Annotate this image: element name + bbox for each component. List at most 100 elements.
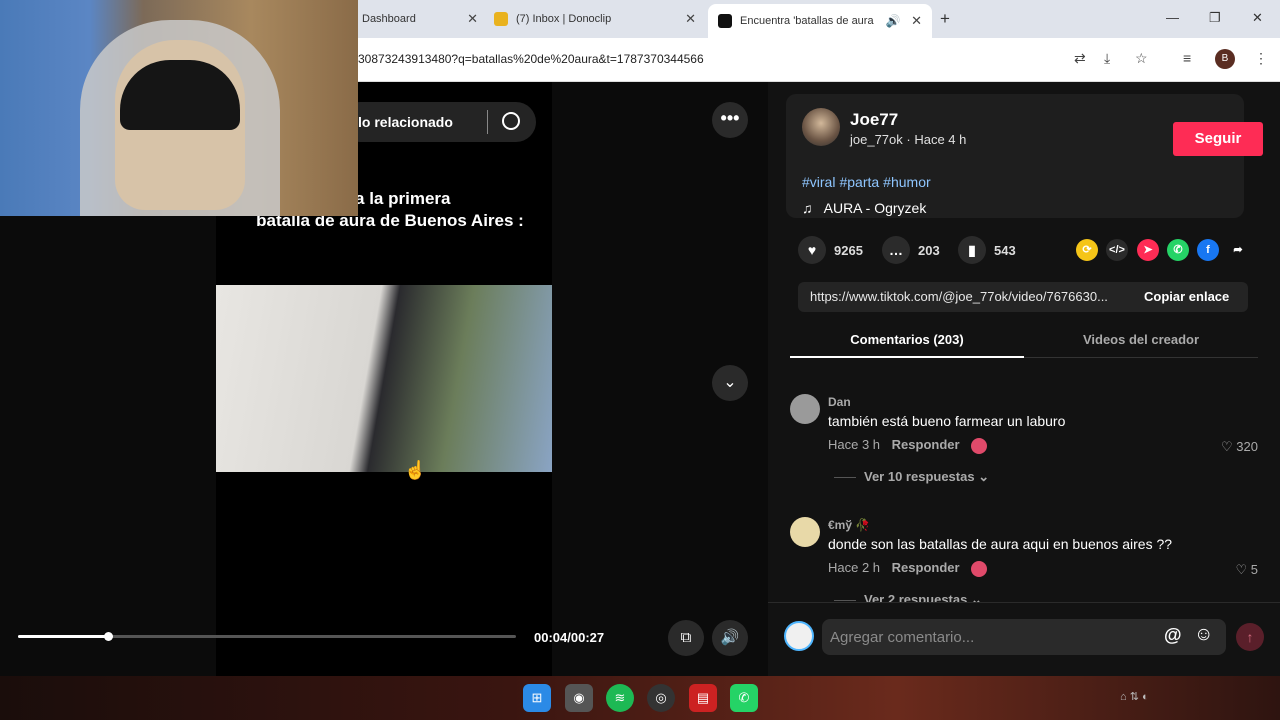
- comment-bubble-icon[interactable]: …: [882, 236, 910, 264]
- comment-time: Hace 3 h: [828, 437, 881, 452]
- author-avatar[interactable]: [802, 108, 840, 146]
- whatsapp-icon[interactable]: ✆: [1167, 239, 1189, 261]
- repost-icon[interactable]: ⟳: [1076, 239, 1098, 261]
- view-replies-label: Ver 2 respuestas: [864, 592, 968, 602]
- commenter-name[interactable]: €mў 🥀: [828, 518, 870, 532]
- author-meta: joe_77ok · Hace 4 h: [850, 132, 967, 147]
- donoclip-icon: [494, 12, 508, 26]
- comment-like-count: 320: [1236, 439, 1258, 454]
- follow-button[interactable]: Seguir: [1173, 122, 1263, 156]
- close-icon[interactable]: ✕: [685, 11, 696, 27]
- comments-count: 203: [918, 242, 940, 258]
- media-control-icon[interactable]: ≡: [1183, 50, 1191, 66]
- system-tray[interactable]: ⌂ ⇅ ◐: [1120, 690, 1149, 703]
- share-arrow-icon[interactable]: ➦: [1227, 239, 1249, 261]
- commenter-avatar[interactable]: [790, 394, 820, 424]
- tab-creator-videos[interactable]: Videos del creador: [1024, 332, 1258, 347]
- spotify-icon[interactable]: ≋: [606, 684, 634, 712]
- close-icon[interactable]: ✕: [911, 13, 922, 29]
- voicemeeter-icon[interactable]: ▤: [689, 684, 717, 712]
- bookmark-icon[interactable]: ▮: [958, 236, 986, 264]
- progress-knob[interactable]: [103, 632, 113, 641]
- hashtag-link[interactable]: #parta: [839, 174, 879, 190]
- save-action[interactable]: ▮ 543: [958, 236, 1016, 264]
- action-bar: ♥ 9265 … 203 ▮ 543 ⟳ </> ➤ ✆ f ➦: [798, 236, 1258, 264]
- new-tab-icon[interactable]: +: [940, 9, 950, 29]
- next-video-button[interactable]: ⌄: [712, 365, 748, 401]
- hashtag-link[interactable]: #viral: [802, 174, 835, 190]
- comment-list: Dan también está bueno farmear un laburo…: [790, 382, 1258, 602]
- obs-icon[interactable]: ◎: [647, 684, 675, 712]
- likes-count: 9265: [834, 242, 863, 258]
- video-progress-bar[interactable]: [18, 632, 516, 641]
- video-frame-image: [216, 285, 552, 472]
- floating-player-button[interactable]: ⧉: [668, 620, 704, 656]
- embed-icon[interactable]: </>: [1106, 239, 1128, 261]
- details-panel: Joe77 joe_77ok · Hace 4 h Seguir #viral #…: [768, 82, 1280, 676]
- related-search-pill[interactable]: lo relacionado: [340, 102, 536, 142]
- maximize-icon[interactable]: ❐: [1209, 10, 1221, 26]
- comment-text: también está bueno farmear un laburo: [828, 413, 1066, 429]
- comment-action[interactable]: … 203: [882, 236, 940, 264]
- tab-comments[interactable]: Comentarios (203): [790, 332, 1024, 347]
- music-link[interactable]: ♫ AURA - Ogryzek: [802, 200, 926, 216]
- translate-icon[interactable]: ⇄: [1074, 50, 1086, 67]
- close-icon[interactable]: ✕: [467, 11, 478, 27]
- comment-meta: Hace 3 h Responder: [828, 437, 988, 454]
- chrome-icon[interactable]: ◉: [565, 684, 593, 712]
- os-taskbar: ⊞ ◉ ≋ ◎ ▤ ✆ ⌂ ⇅ ◐: [0, 676, 1280, 720]
- whatsapp-icon[interactable]: ✆: [730, 684, 758, 712]
- tab-label: Encuentra 'batallas de aura: [740, 15, 874, 27]
- hashtag-link[interactable]: #humor: [883, 174, 930, 190]
- search-icon[interactable]: [502, 112, 520, 130]
- author-name[interactable]: Joe77: [850, 110, 898, 130]
- comment-like-count: 5: [1250, 562, 1258, 577]
- menu-kebab-icon[interactable]: ⋮: [1254, 50, 1268, 67]
- tiktok-icon: [718, 14, 732, 28]
- reply-button[interactable]: Responder: [892, 437, 960, 452]
- bookmark-star-icon[interactable]: ☆: [1135, 50, 1148, 67]
- install-icon[interactable]: ⤓: [1104, 50, 1110, 67]
- view-replies-button[interactable]: Ver 10 respuestas ⌄: [834, 469, 989, 485]
- facebook-icon[interactable]: f: [1197, 239, 1219, 261]
- emoji-icon[interactable]: ☺: [1194, 624, 1213, 646]
- heart-icon[interactable]: ♥: [798, 236, 826, 264]
- video-timecode: 00:04/00:27: [534, 630, 605, 645]
- music-note-icon: ♫: [802, 200, 813, 216]
- view-replies-button[interactable]: Ver 2 respuestas ⌄: [834, 592, 982, 602]
- send-to-friends-icon[interactable]: ➤: [1137, 239, 1159, 261]
- windows-start-icon[interactable]: ⊞: [523, 684, 551, 712]
- tab-label: (7) Inbox | Donoclip: [516, 13, 612, 25]
- volume-button[interactable]: 🔊: [712, 620, 748, 656]
- tab-dashboard[interactable]: Dashboard ✕: [358, 6, 478, 32]
- copy-link-button[interactable]: Copiar enlace: [1144, 289, 1229, 304]
- url-text[interactable]: 30873243913480?q=batallas%20de%20aura&t=…: [358, 52, 704, 66]
- related-search-label: lo relacionado: [358, 114, 453, 130]
- tab-tiktok[interactable]: Encuentra 'batallas de aura 🔊 ✕: [708, 4, 932, 38]
- close-window-icon[interactable]: ✕: [1252, 10, 1263, 26]
- share-link-box: https://www.tiktok.com/@joe_77ok/video/7…: [798, 282, 1248, 312]
- user-avatar: [784, 621, 814, 651]
- minimize-icon[interactable]: —: [1166, 10, 1179, 25]
- commenter-avatar[interactable]: [790, 517, 820, 547]
- comment-like[interactable]: ♡ 5: [1235, 562, 1258, 578]
- comment-time: Hace 2 h: [828, 560, 881, 575]
- tab-inbox[interactable]: (7) Inbox | Donoclip ✕: [486, 6, 696, 32]
- saves-count: 543: [994, 242, 1016, 258]
- hashtags: #viral #parta #humor: [802, 174, 935, 190]
- comment-like[interactable]: ♡ 320: [1221, 439, 1258, 455]
- comment-meta: Hace 2 h Responder: [828, 560, 988, 577]
- speaker-icon[interactable]: 🔊: [886, 14, 901, 28]
- profile-avatar[interactable]: B: [1215, 49, 1235, 69]
- reply-button[interactable]: Responder: [892, 560, 960, 575]
- creator-liked-icon: [971, 437, 988, 454]
- active-tab-underline: [790, 356, 1024, 358]
- mention-icon[interactable]: @: [1164, 625, 1182, 646]
- hand-cursor-icon: ☝: [404, 460, 427, 480]
- share-link[interactable]: https://www.tiktok.com/@joe_77ok/video/7…: [810, 289, 1130, 304]
- more-options-button[interactable]: •••: [712, 102, 748, 138]
- send-button[interactable]: ↑: [1236, 623, 1264, 651]
- commenter-name[interactable]: Dan: [828, 395, 851, 409]
- webcam-overlay: [0, 0, 358, 216]
- like-action[interactable]: ♥ 9265: [798, 236, 863, 264]
